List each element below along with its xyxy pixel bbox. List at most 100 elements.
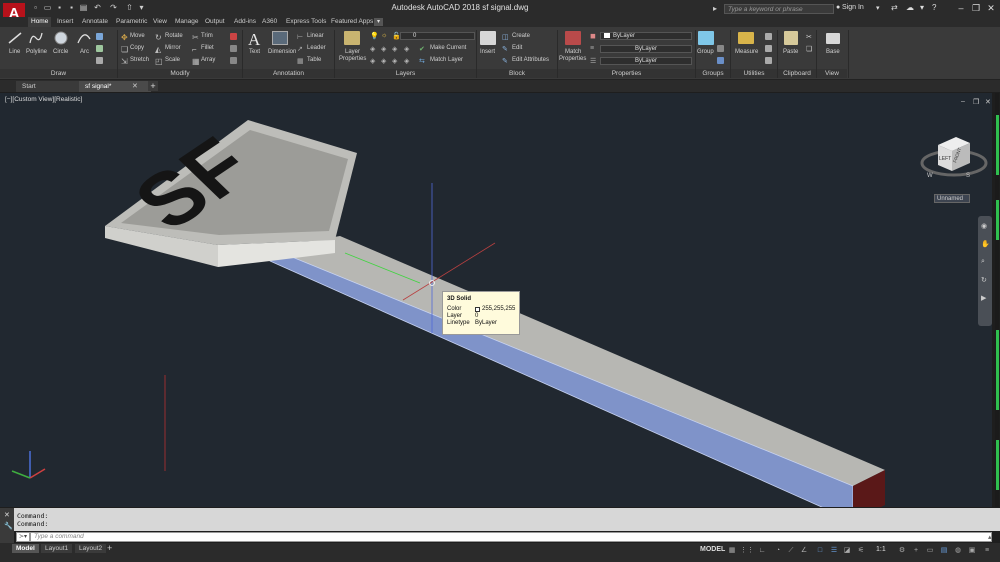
properties-panel-label[interactable]: Properties [558, 69, 695, 78]
lineweight-icon[interactable]: ☰ [829, 546, 839, 555]
new-file-icon[interactable]: ▫ [31, 3, 40, 12]
text-icon[interactable]: A [248, 30, 260, 50]
showmotion-icon[interactable]: ▶ [981, 294, 986, 302]
isodraft-icon[interactable]: ⟋ [786, 546, 796, 555]
share-icon[interactable]: ⇧ [125, 3, 134, 12]
close-icon[interactable]: ✕ [985, 3, 997, 13]
edit-attributes-button[interactable]: Edit Attributes [512, 57, 549, 63]
units-icon[interactable]: ▭ [925, 546, 935, 555]
layer-dropdown[interactable]: 0 [400, 32, 475, 40]
move-button[interactable]: Move [130, 33, 145, 39]
paste-icon[interactable] [784, 31, 798, 45]
block-panel-label[interactable]: Block [477, 69, 557, 78]
quick-properties-icon[interactable]: ▤ [939, 546, 949, 555]
open-folder-icon[interactable]: ▭ [43, 3, 52, 12]
utility-icon[interactable] [765, 57, 772, 64]
line-button[interactable] [7, 31, 23, 45]
leader-button[interactable]: Leader [307, 45, 326, 51]
tab-parametric[interactable]: Parametric [113, 17, 150, 27]
annotation-monitor-icon[interactable]: + [911, 546, 921, 555]
help-dropdown-icon[interactable]: ▾ [920, 3, 924, 12]
hatch-icon[interactable] [96, 45, 103, 52]
fillet-button[interactable]: Fillet [201, 45, 214, 51]
circle-button[interactable] [53, 31, 69, 45]
layer-tool-icon[interactable]: ◈ [404, 45, 409, 53]
layer-tool-icon[interactable]: ◈ [381, 45, 386, 53]
qat-dropdown-icon[interactable]: ▾ [137, 3, 146, 12]
layer-tool-icon[interactable]: ◈ [404, 57, 409, 65]
copy-button[interactable]: Copy [130, 45, 144, 51]
insert-block-icon[interactable] [480, 31, 496, 45]
lineweight-dropdown[interactable]: ByLayer [600, 45, 692, 53]
arc-button[interactable] [76, 31, 92, 45]
close-tab-icon[interactable]: ✕ [132, 82, 138, 90]
steering-wheel-icon[interactable]: ◉ [981, 222, 987, 230]
polar-icon[interactable]: ◔ [773, 546, 783, 555]
boundary-icon[interactable] [96, 57, 103, 64]
utility-icon[interactable] [765, 33, 772, 40]
search-input[interactable]: Type a keyword or phrase [724, 4, 834, 14]
zoom-icon[interactable]: ⌕ [981, 258, 985, 266]
save-icon[interactable]: ▪ [55, 3, 64, 12]
rotate-button[interactable]: Rotate [165, 33, 183, 39]
new-tab-button[interactable]: + [148, 81, 158, 91]
trim-button[interactable]: Trim [201, 33, 213, 39]
post-front-face[interactable] [269, 247, 854, 507]
command-history-dropdown-icon[interactable]: ▴ [988, 533, 992, 541]
offset-icon[interactable] [230, 57, 237, 64]
linetype-dropdown[interactable]: ByLayer [600, 57, 692, 65]
snap-icon[interactable]: ⋮⋮ [740, 546, 754, 555]
scale-button[interactable]: Scale [165, 57, 180, 63]
copy-clip-icon[interactable]: ❏ [806, 45, 812, 53]
tab-manage[interactable]: Manage [172, 17, 202, 27]
sign-in-dropdown-icon[interactable]: ▾ [876, 4, 880, 12]
tab-insert[interactable]: Insert [54, 17, 76, 27]
create-block-button[interactable]: Create [512, 33, 530, 39]
match-layer-button[interactable]: Match Layer [430, 57, 463, 63]
tab-home[interactable]: Home [28, 17, 52, 27]
measure-icon[interactable] [738, 32, 754, 44]
ungroup-icon[interactable] [717, 45, 724, 52]
cut-icon[interactable]: ✂ [806, 33, 812, 41]
tab-a360[interactable]: A360 [259, 17, 280, 27]
object-snap-icon[interactable]: □ [815, 546, 825, 555]
utilities-panel-label[interactable]: Utilities [731, 69, 777, 78]
base-view-icon[interactable] [826, 33, 840, 44]
modify-panel-label[interactable]: Modify [118, 69, 242, 78]
file-tab-sf-signal[interactable]: sf signal* [79, 81, 151, 92]
table-button[interactable]: Table [307, 57, 321, 63]
annotation-scale[interactable]: 1:1 [876, 546, 886, 553]
ortho-icon[interactable]: ∟ [757, 546, 767, 555]
command-settings-icon[interactable]: 🔧 [4, 522, 13, 530]
make-current-button[interactable]: Make Current [430, 45, 466, 51]
minimize-icon[interactable]: – [955, 3, 967, 13]
maximize-icon[interactable]: ❐ [970, 3, 982, 13]
tab-output[interactable]: Output [202, 17, 228, 27]
viewcube[interactable]: LEFT FRONT W S [918, 129, 990, 195]
view-panel-label[interactable]: View [817, 69, 847, 78]
tab-express-tools[interactable]: Express Tools [283, 17, 329, 27]
layer-tool-icon[interactable]: ◈ [370, 57, 375, 65]
edit-block-button[interactable]: Edit [512, 45, 522, 51]
plot-icon[interactable]: ▤ [79, 3, 88, 12]
groups-panel-label[interactable]: Groups [696, 69, 730, 78]
annotation-visibility-icon[interactable]: ⚟ [856, 546, 866, 555]
clipboard-panel-label[interactable]: Clipboard [778, 69, 816, 78]
layers-panel-label[interactable]: Layers [335, 69, 476, 78]
binoculars-icon[interactable]: ▸ [713, 4, 717, 13]
layer-tool-icon[interactable]: ◈ [392, 57, 397, 65]
transparency-icon[interactable]: ◪ [842, 546, 852, 555]
layer-properties-icon[interactable] [344, 31, 360, 45]
layer-thaw-icon[interactable]: ☼ [381, 32, 387, 39]
sign-in-button[interactable]: Sign In [842, 4, 864, 11]
layer-on-icon[interactable]: 💡 [370, 32, 379, 40]
erase-icon[interactable] [230, 33, 237, 40]
color-dropdown[interactable]: ByLayer [600, 32, 692, 40]
object-snap-tracking-icon[interactable]: ∠ [799, 546, 809, 555]
tab-view[interactable]: View [150, 17, 170, 27]
clean-screen-icon[interactable]: ▣ [967, 546, 977, 555]
stretch-button[interactable]: Stretch [130, 57, 149, 63]
command-prompt-icon[interactable]: ≻▾ [16, 532, 30, 542]
layer-tool-icon[interactable]: ◈ [381, 57, 386, 65]
tab-featured-apps[interactable]: Featured Apps [328, 17, 376, 27]
